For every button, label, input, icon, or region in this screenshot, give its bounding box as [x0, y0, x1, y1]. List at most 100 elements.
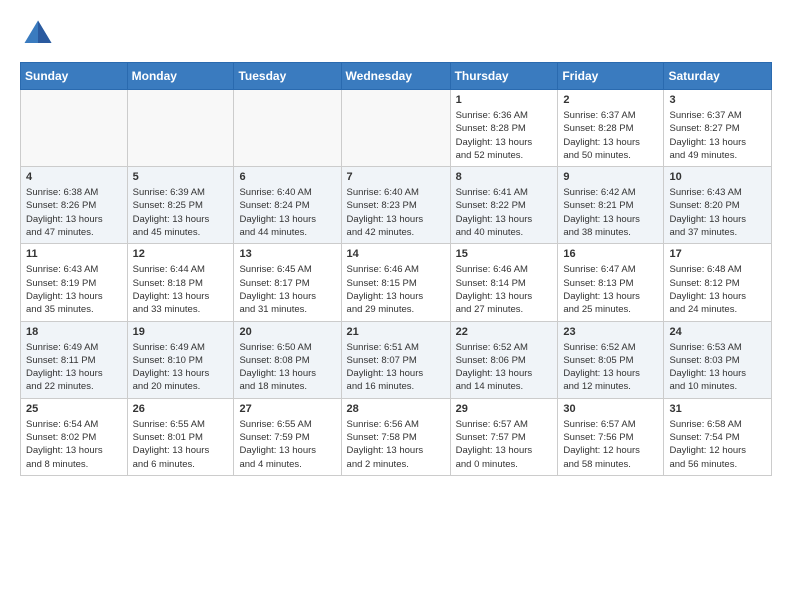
day-info: Sunrise: 6:57 AM Sunset: 7:56 PM Dayligh…	[563, 418, 658, 471]
day-number: 7	[347, 171, 445, 183]
day-info: Sunrise: 6:52 AM Sunset: 8:06 PM Dayligh…	[456, 341, 553, 394]
day-number: 14	[347, 248, 445, 260]
calendar-week-2: 4 Sunrise: 6:38 AM Sunset: 8:26 PM Daylig…	[21, 167, 772, 244]
calendar-cell: 26 Sunrise: 6:55 AM Sunset: 8:01 PM Dayli…	[127, 398, 234, 475]
day-info: Sunrise: 6:36 AM Sunset: 8:28 PM Dayligh…	[456, 109, 553, 162]
day-number: 18	[26, 326, 122, 338]
calendar-cell: 10 Sunrise: 6:43 AM Sunset: 8:20 PM Dayli…	[664, 167, 772, 244]
day-number: 10	[669, 171, 766, 183]
day-number: 30	[563, 403, 658, 415]
calendar-cell: 1 Sunrise: 6:36 AM Sunset: 8:28 PM Daylig…	[450, 90, 558, 167]
calendar-week-4: 18 Sunrise: 6:49 AM Sunset: 8:11 PM Dayli…	[21, 321, 772, 398]
day-info: Sunrise: 6:48 AM Sunset: 8:12 PM Dayligh…	[669, 263, 766, 316]
calendar-cell	[127, 90, 234, 167]
day-number: 6	[239, 171, 335, 183]
day-info: Sunrise: 6:37 AM Sunset: 8:27 PM Dayligh…	[669, 109, 766, 162]
day-number: 24	[669, 326, 766, 338]
page-header	[20, 16, 772, 52]
day-number: 11	[26, 248, 122, 260]
day-info: Sunrise: 6:43 AM Sunset: 8:20 PM Dayligh…	[669, 186, 766, 239]
day-number: 16	[563, 248, 658, 260]
day-info: Sunrise: 6:46 AM Sunset: 8:15 PM Dayligh…	[347, 263, 445, 316]
day-number: 20	[239, 326, 335, 338]
day-number: 19	[133, 326, 229, 338]
day-info: Sunrise: 6:47 AM Sunset: 8:13 PM Dayligh…	[563, 263, 658, 316]
calendar-cell: 11 Sunrise: 6:43 AM Sunset: 8:19 PM Dayli…	[21, 244, 128, 321]
weekday-header-monday: Monday	[127, 63, 234, 90]
calendar-table: SundayMondayTuesdayWednesdayThursdayFrid…	[20, 62, 772, 476]
day-number: 23	[563, 326, 658, 338]
day-info: Sunrise: 6:53 AM Sunset: 8:03 PM Dayligh…	[669, 341, 766, 394]
day-number: 1	[456, 94, 553, 106]
day-info: Sunrise: 6:57 AM Sunset: 7:57 PM Dayligh…	[456, 418, 553, 471]
day-info: Sunrise: 6:37 AM Sunset: 8:28 PM Dayligh…	[563, 109, 658, 162]
calendar-cell: 18 Sunrise: 6:49 AM Sunset: 8:11 PM Dayli…	[21, 321, 128, 398]
logo	[20, 16, 62, 52]
calendar-cell: 31Sunrise: 6:58 AM Sunset: 7:54 PM Dayli…	[664, 398, 772, 475]
calendar-cell: 24 Sunrise: 6:53 AM Sunset: 8:03 PM Dayli…	[664, 321, 772, 398]
calendar-cell	[341, 90, 450, 167]
day-number: 8	[456, 171, 553, 183]
day-number: 25	[26, 403, 122, 415]
calendar-cell: 16 Sunrise: 6:47 AM Sunset: 8:13 PM Dayli…	[558, 244, 664, 321]
day-number: 21	[347, 326, 445, 338]
day-info: Sunrise: 6:50 AM Sunset: 8:08 PM Dayligh…	[239, 341, 335, 394]
day-number: 29	[456, 403, 553, 415]
day-info: Sunrise: 6:42 AM Sunset: 8:21 PM Dayligh…	[563, 186, 658, 239]
day-info: Sunrise: 6:54 AM Sunset: 8:02 PM Dayligh…	[26, 418, 122, 471]
day-info: Sunrise: 6:49 AM Sunset: 8:11 PM Dayligh…	[26, 341, 122, 394]
day-number: 27	[239, 403, 335, 415]
day-number: 15	[456, 248, 553, 260]
calendar-cell: 19 Sunrise: 6:49 AM Sunset: 8:10 PM Dayli…	[127, 321, 234, 398]
day-info: Sunrise: 6:45 AM Sunset: 8:17 PM Dayligh…	[239, 263, 335, 316]
day-info: Sunrise: 6:46 AM Sunset: 8:14 PM Dayligh…	[456, 263, 553, 316]
calendar-cell: 13 Sunrise: 6:45 AM Sunset: 8:17 PM Dayli…	[234, 244, 341, 321]
calendar-cell: 5 Sunrise: 6:39 AM Sunset: 8:25 PM Daylig…	[127, 167, 234, 244]
weekday-header-wednesday: Wednesday	[341, 63, 450, 90]
day-number: 31	[669, 403, 766, 415]
day-info: Sunrise: 6:41 AM Sunset: 8:22 PM Dayligh…	[456, 186, 553, 239]
day-info: Sunrise: 6:49 AM Sunset: 8:10 PM Dayligh…	[133, 341, 229, 394]
day-number: 2	[563, 94, 658, 106]
calendar-week-3: 11 Sunrise: 6:43 AM Sunset: 8:19 PM Dayli…	[21, 244, 772, 321]
calendar-cell: 7Sunrise: 6:40 AM Sunset: 8:23 PM Daylig…	[341, 167, 450, 244]
day-number: 17	[669, 248, 766, 260]
day-info: Sunrise: 6:51 AM Sunset: 8:07 PM Dayligh…	[347, 341, 445, 394]
calendar-cell	[21, 90, 128, 167]
day-number: 5	[133, 171, 229, 183]
day-info: Sunrise: 6:43 AM Sunset: 8:19 PM Dayligh…	[26, 263, 122, 316]
calendar-cell: 8 Sunrise: 6:41 AM Sunset: 8:22 PM Daylig…	[450, 167, 558, 244]
calendar-cell: 6 Sunrise: 6:40 AM Sunset: 8:24 PM Daylig…	[234, 167, 341, 244]
calendar-cell: 2 Sunrise: 6:37 AM Sunset: 8:28 PM Daylig…	[558, 90, 664, 167]
weekday-header-tuesday: Tuesday	[234, 63, 341, 90]
calendar-week-5: 25 Sunrise: 6:54 AM Sunset: 8:02 PM Dayli…	[21, 398, 772, 475]
day-number: 4	[26, 171, 122, 183]
calendar-cell: 22Sunrise: 6:52 AM Sunset: 8:06 PM Dayli…	[450, 321, 558, 398]
calendar-cell: 29 Sunrise: 6:57 AM Sunset: 7:57 PM Dayli…	[450, 398, 558, 475]
calendar-cell: 15 Sunrise: 6:46 AM Sunset: 8:14 PM Dayli…	[450, 244, 558, 321]
day-number: 28	[347, 403, 445, 415]
day-info: Sunrise: 6:38 AM Sunset: 8:26 PM Dayligh…	[26, 186, 122, 239]
day-number: 13	[239, 248, 335, 260]
day-info: Sunrise: 6:44 AM Sunset: 8:18 PM Dayligh…	[133, 263, 229, 316]
day-info: Sunrise: 6:40 AM Sunset: 8:24 PM Dayligh…	[239, 186, 335, 239]
calendar-cell: 17 Sunrise: 6:48 AM Sunset: 8:12 PM Dayli…	[664, 244, 772, 321]
calendar-cell: 28Sunrise: 6:56 AM Sunset: 7:58 PM Dayli…	[341, 398, 450, 475]
day-info: Sunrise: 6:55 AM Sunset: 7:59 PM Dayligh…	[239, 418, 335, 471]
day-info: Sunrise: 6:52 AM Sunset: 8:05 PM Dayligh…	[563, 341, 658, 394]
calendar-cell: 9 Sunrise: 6:42 AM Sunset: 8:21 PM Daylig…	[558, 167, 664, 244]
calendar-cell: 23 Sunrise: 6:52 AM Sunset: 8:05 PM Dayli…	[558, 321, 664, 398]
calendar-cell: 4 Sunrise: 6:38 AM Sunset: 8:26 PM Daylig…	[21, 167, 128, 244]
calendar-cell: 12Sunrise: 6:44 AM Sunset: 8:18 PM Dayli…	[127, 244, 234, 321]
calendar-cell: 20 Sunrise: 6:50 AM Sunset: 8:08 PM Dayli…	[234, 321, 341, 398]
day-info: Sunrise: 6:55 AM Sunset: 8:01 PM Dayligh…	[133, 418, 229, 471]
weekday-header-friday: Friday	[558, 63, 664, 90]
day-number: 26	[133, 403, 229, 415]
calendar-cell	[234, 90, 341, 167]
calendar-cell: 3Sunrise: 6:37 AM Sunset: 8:27 PM Daylig…	[664, 90, 772, 167]
calendar-cell: 25 Sunrise: 6:54 AM Sunset: 8:02 PM Dayli…	[21, 398, 128, 475]
day-number: 9	[563, 171, 658, 183]
calendar-cell: 14 Sunrise: 6:46 AM Sunset: 8:15 PM Dayli…	[341, 244, 450, 321]
day-info: Sunrise: 6:39 AM Sunset: 8:25 PM Dayligh…	[133, 186, 229, 239]
weekday-header-saturday: Saturday	[664, 63, 772, 90]
